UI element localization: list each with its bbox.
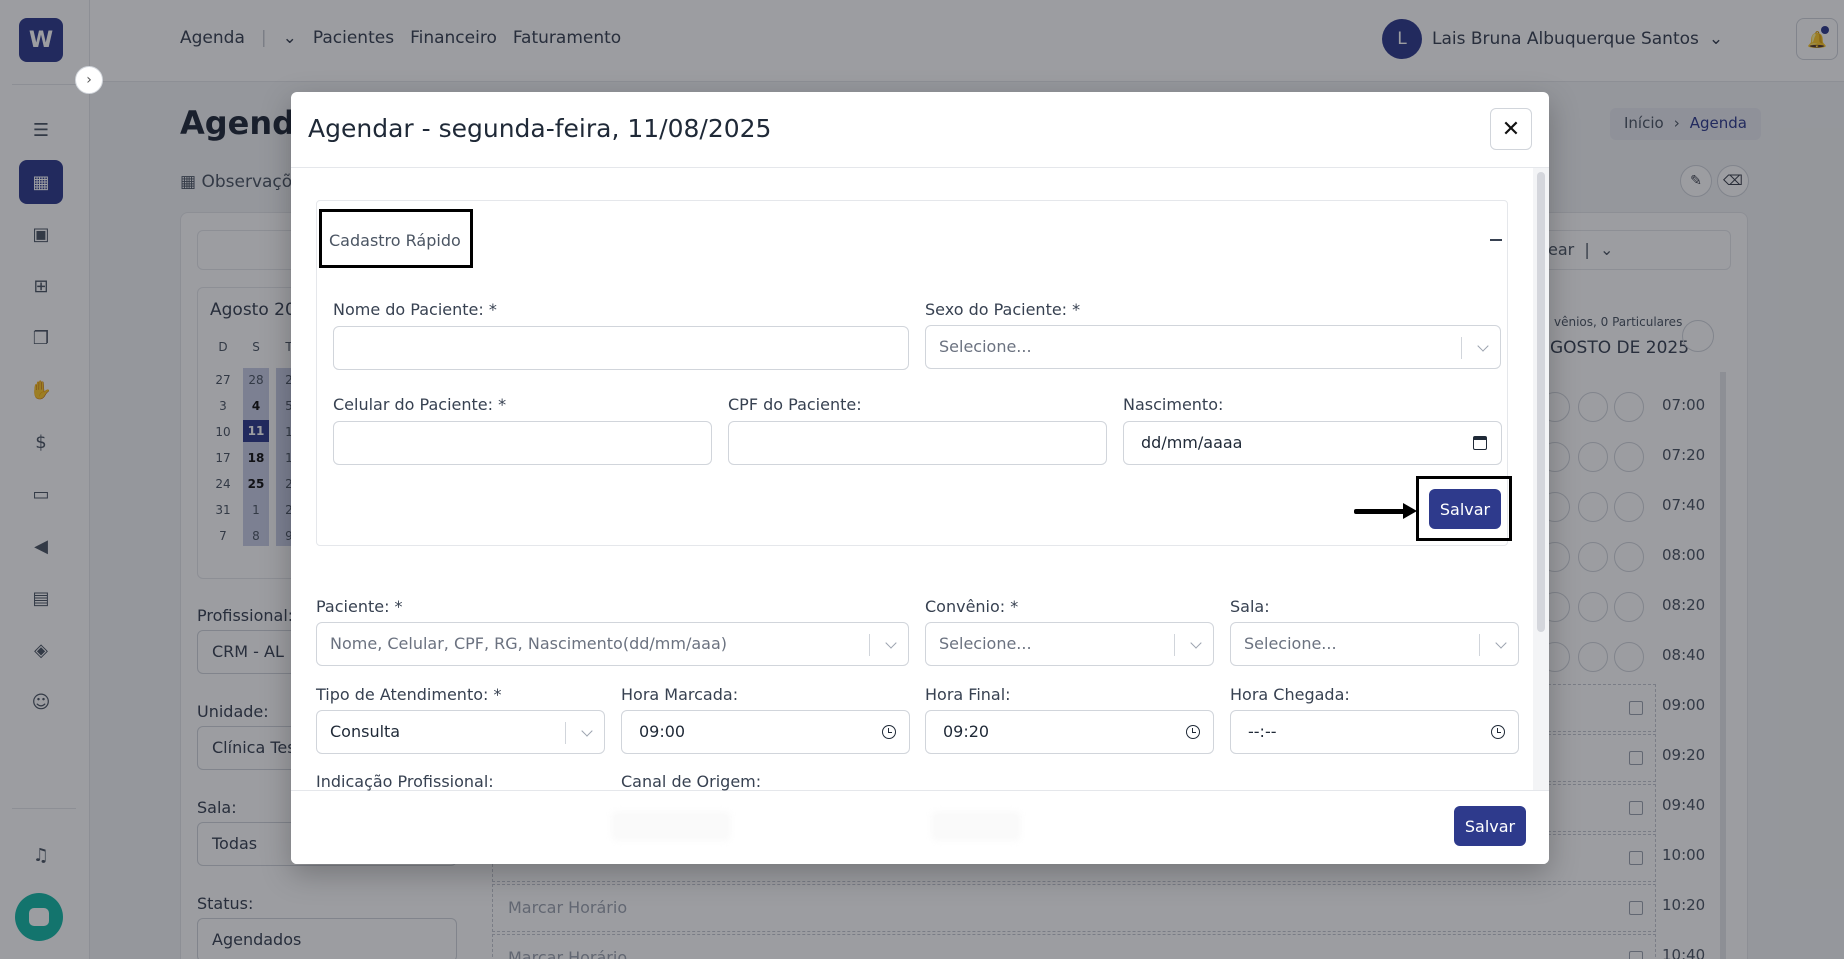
celular-paciente-input[interactable] [333,421,712,465]
cpf-paciente-input[interactable] [728,421,1107,465]
modal-scrollbar-thumb[interactable] [1537,172,1545,632]
sala-select[interactable]: Selecione... [1230,622,1519,666]
cpf-paciente-label: CPF do Paciente: [728,395,862,414]
hora-chegada-input[interactable]: --:-- [1230,710,1519,754]
chevron-down-icon [1495,637,1507,649]
nome-paciente-label: Nome do Paciente: * [333,300,497,319]
chevron-down-icon [1190,637,1202,649]
calendar-icon [1473,436,1487,450]
nome-paciente-input[interactable] [333,326,909,370]
hora-final-input[interactable]: 09:20 [925,710,1214,754]
clock-icon [882,725,896,739]
quick-register-toggle[interactable]: Cadastro Rápido [329,231,461,250]
modal-header: Agendar - segunda-feira, 11/08/2025 ✕ [291,92,1549,168]
nascimento-date-input[interactable]: dd/mm/aaaa [1123,421,1502,465]
quick-register-save-button[interactable]: Salvar [1429,489,1501,529]
modal-save-button[interactable]: Salvar [1454,806,1526,846]
convenio-select[interactable]: Selecione... [925,622,1214,666]
sala-label: Sala: [1230,597,1270,616]
hidden-field [931,811,1021,841]
chevron-down-icon [1477,340,1489,352]
annotation-arrow [1354,509,1406,514]
clock-icon [1186,725,1200,739]
sidebar-toggle-chevron-icon[interactable]: › [75,66,103,94]
quick-register-card [316,200,1508,546]
tipo-atendimento-label: Tipo de Atendimento: * [316,685,502,704]
hora-chegada-label: Hora Chegada: [1230,685,1350,704]
modal-footer: Salvar [291,790,1549,864]
close-icon[interactable]: ✕ [1490,108,1532,150]
convenio-label: Convênio: * [925,597,1019,616]
modal-scrollbar[interactable] [1533,168,1549,790]
clock-icon [1491,725,1505,739]
modal-title: Agendar - segunda-feira, 11/08/2025 [308,114,772,143]
hora-marcada-label: Hora Marcada: [621,685,739,704]
sexo-paciente-select[interactable]: Selecione... [925,325,1501,369]
annotation-arrow-head [1403,503,1417,519]
canal-origem-label: Canal de Origem: [621,772,762,791]
hora-marcada-input[interactable]: 09:00 [621,710,910,754]
tipo-atendimento-select[interactable]: Consulta [316,710,605,754]
paciente-label: Paciente: * [316,597,403,616]
hora-final-label: Hora Final: [925,685,1011,704]
paciente-search-select[interactable]: Nome, Celular, CPF, RG, Nascimento(dd/mm… [316,622,909,666]
celular-paciente-label: Celular do Paciente: * [333,395,507,414]
collapse-minus-icon[interactable] [1490,239,1502,241]
hidden-field [611,811,731,841]
chevron-down-icon [885,637,897,649]
chevron-down-icon [581,725,593,737]
indicacao-profissional-label: Indicação Profissional: [316,772,494,791]
sexo-paciente-label: Sexo do Paciente: * [925,300,1081,319]
nascimento-label: Nascimento: [1123,395,1224,414]
